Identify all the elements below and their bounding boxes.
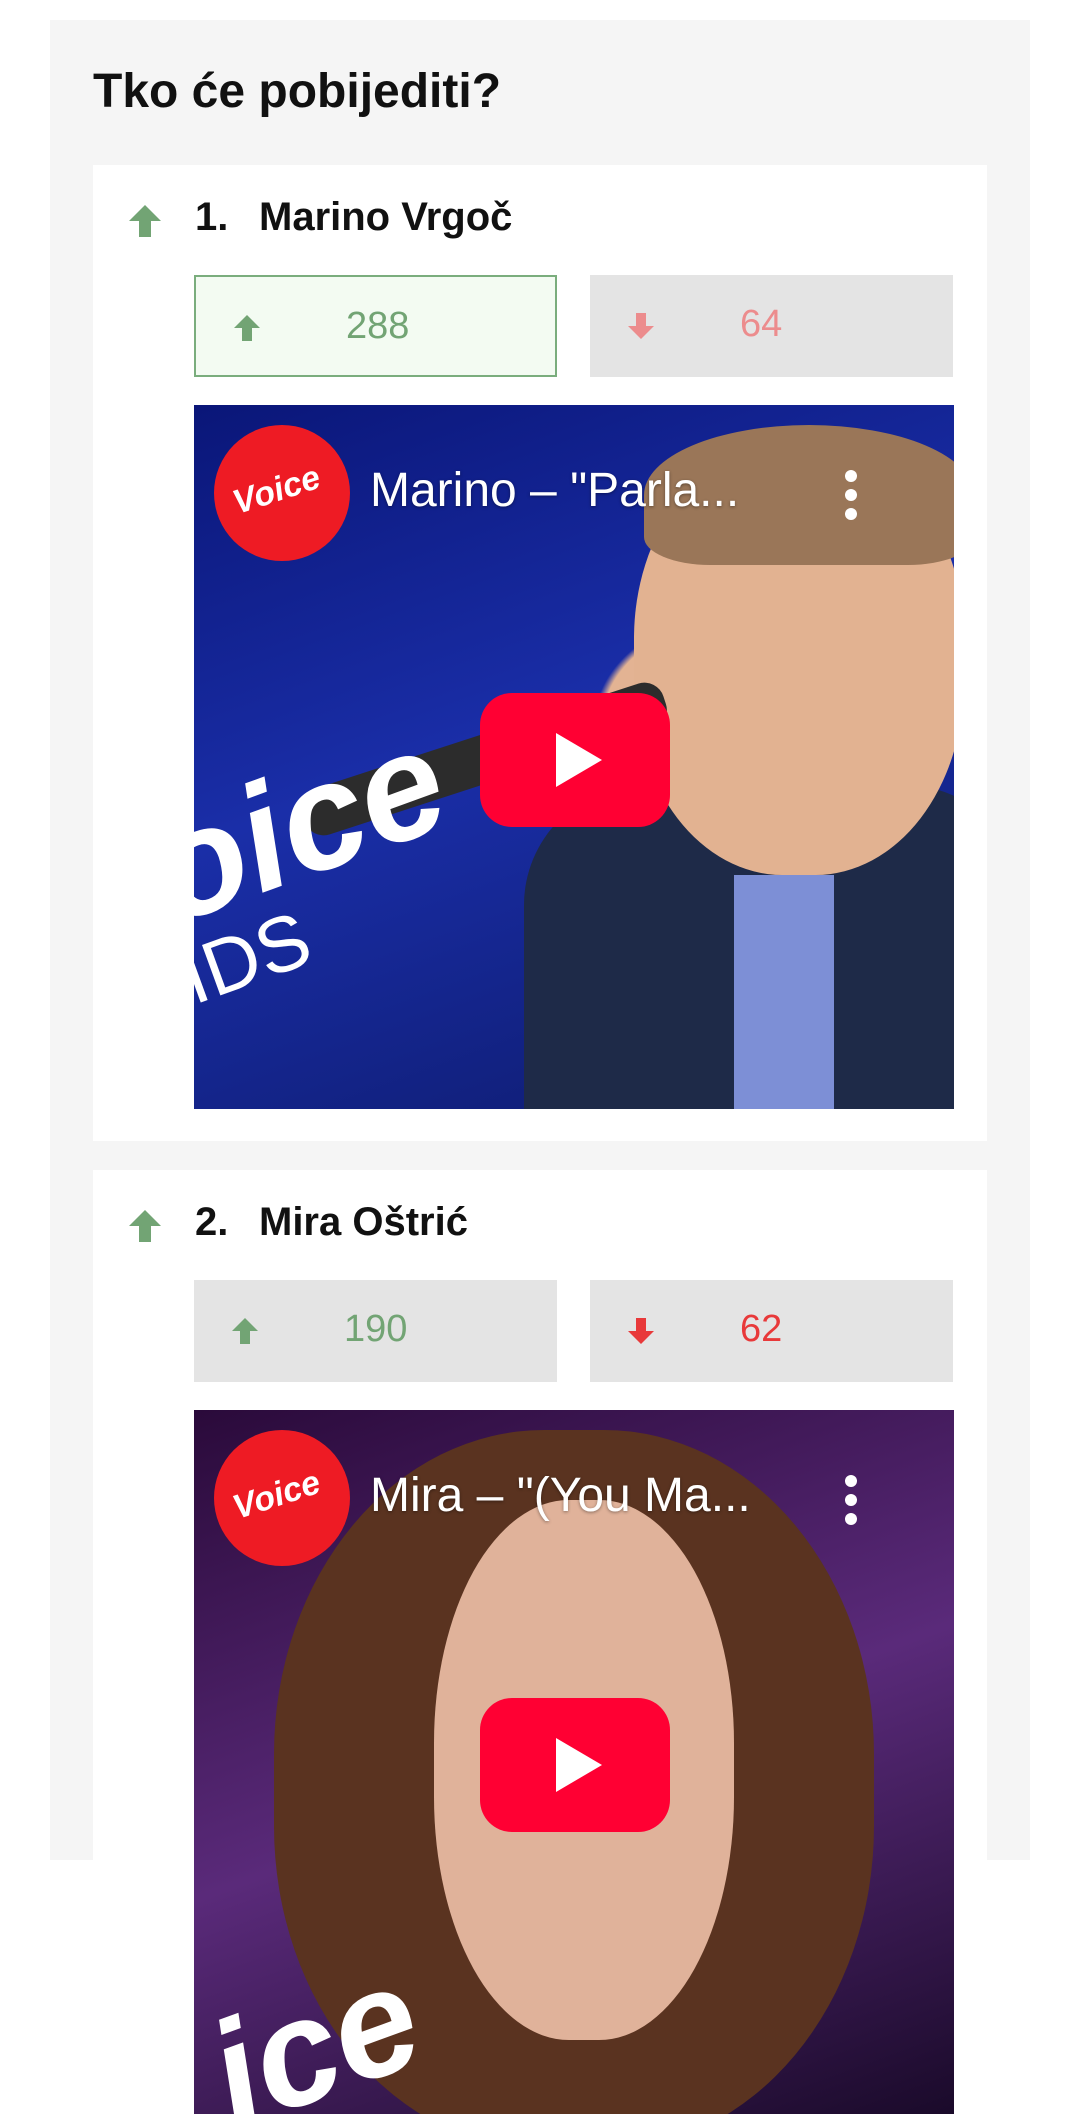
more-vertical-icon[interactable] — [844, 469, 858, 521]
more-vertical-icon[interactable] — [844, 1474, 858, 1526]
upvote-count: 288 — [346, 305, 410, 347]
arrow-up-icon — [232, 1318, 258, 1344]
channel-logo[interactable]: Voice — [214, 1430, 350, 1566]
upvote-button[interactable]: 288 — [194, 275, 557, 377]
downvote-button[interactable]: 64 — [590, 275, 953, 377]
channel-logo-text: Voice — [228, 458, 325, 522]
arrow-up-icon — [129, 1210, 161, 1242]
poll-item: 1. Marino Vrgoč 288 64 oice IDS Voice Ma… — [93, 165, 987, 1141]
video-embed[interactable]: ice Voice Mira – "(You Ma... — [194, 1410, 954, 2114]
svg-text:ice: ice — [194, 1931, 441, 2114]
youtube-play-icon[interactable] — [480, 693, 670, 827]
poll-item: 2. Mira Oštrić 190 62 ice Voice Mira – "… — [93, 1170, 987, 2114]
downvote-button[interactable]: 62 — [590, 1280, 953, 1382]
arrow-down-icon — [628, 313, 654, 339]
channel-logo-text: Voice — [228, 1463, 325, 1527]
arrow-up-icon — [234, 315, 260, 341]
video-embed[interactable]: oice IDS Voice Marino – "Parla... — [194, 405, 954, 1109]
poll-title: Tko će pobijediti? — [93, 65, 502, 118]
downvote-count: 64 — [740, 303, 783, 345]
upvote-count: 190 — [344, 1308, 408, 1350]
video-title[interactable]: Marino – "Parla... — [370, 463, 739, 518]
video-title[interactable]: Mira – "(You Ma... — [370, 1468, 751, 1523]
arrow-down-icon — [628, 1318, 654, 1344]
upvote-button[interactable]: 190 — [194, 1280, 557, 1382]
youtube-play-icon[interactable] — [480, 1698, 670, 1832]
arrow-up-icon — [129, 205, 161, 237]
poll-panel: Tko će pobijediti? 1. Marino Vrgoč 288 6… — [50, 20, 1030, 2114]
item-rank: 2. — [195, 1200, 229, 1244]
item-rank: 1. — [195, 195, 229, 239]
channel-logo[interactable]: Voice — [214, 425, 350, 561]
item-name: Marino Vrgoč — [259, 195, 513, 239]
item-name: Mira Oštrić — [259, 1200, 468, 1244]
downvote-count: 62 — [740, 1308, 783, 1350]
